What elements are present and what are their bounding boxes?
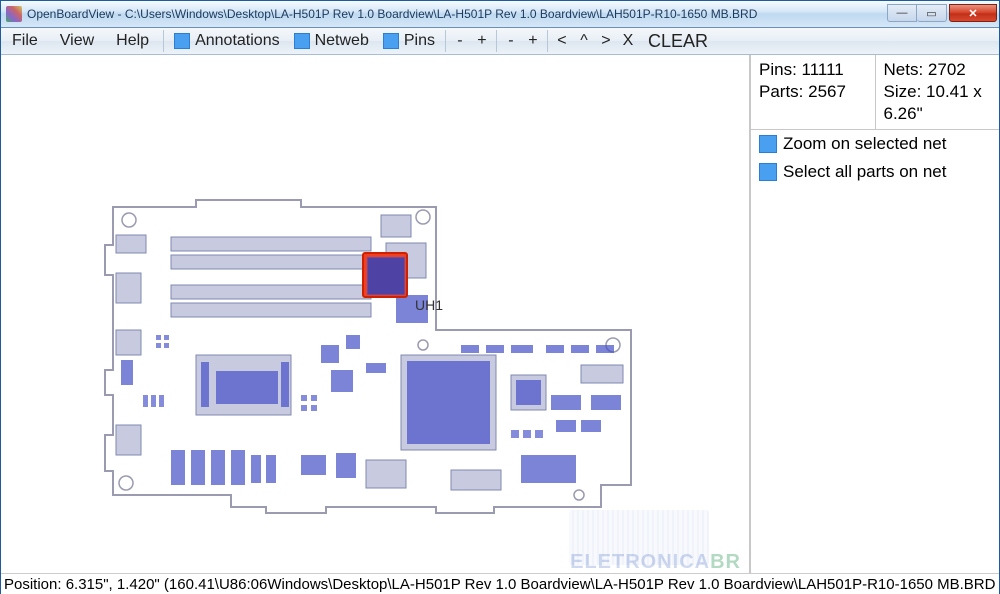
pins-toggle[interactable]: Pins bbox=[376, 32, 442, 50]
stats-column-right: Nets: 2702 Size: 10.41 x 6.26" bbox=[876, 55, 1000, 129]
size-stat: Size: 10.41 x 6.26" bbox=[884, 81, 992, 125]
annotations-toggle[interactable]: Annotations bbox=[167, 32, 287, 50]
minimize-button[interactable]: — bbox=[887, 4, 917, 22]
separator bbox=[496, 30, 497, 52]
titlebar: OpenBoardView - C:\Users\Windows\Desktop… bbox=[1, 1, 999, 28]
menu-view[interactable]: View bbox=[49, 28, 105, 54]
nav-left-button[interactable]: < bbox=[551, 30, 573, 52]
info-sidebar: Pins: 11111 Parts: 2567 Nets: 2702 Size:… bbox=[751, 55, 999, 573]
nets-label: Nets: bbox=[884, 60, 924, 79]
minus-button-2[interactable]: - bbox=[500, 30, 522, 52]
toolbar: File View Help Annotations Netweb Pins -… bbox=[1, 28, 999, 55]
close-button[interactable]: ✕ bbox=[949, 4, 997, 22]
content-area: UH1 ELETRONICABR Pins: 11111 Parts: 2567… bbox=[1, 55, 999, 573]
checkbox-icon bbox=[759, 135, 777, 153]
selected-part-label: UH1 bbox=[415, 297, 443, 313]
netweb-toggle[interactable]: Netweb bbox=[287, 32, 376, 50]
nets-value: 2702 bbox=[928, 60, 966, 79]
watermark-suffix: BR bbox=[710, 551, 741, 573]
app-icon bbox=[6, 6, 22, 22]
zoom-on-net-label: Zoom on selected net bbox=[783, 134, 946, 154]
parts-value: 2567 bbox=[808, 82, 846, 101]
checkbox-icon bbox=[174, 33, 190, 49]
board-svg bbox=[101, 195, 661, 535]
window-title: OpenBoardView - C:\Users\Windows\Desktop… bbox=[27, 7, 887, 21]
pins-label: Pins bbox=[404, 32, 435, 50]
pins-value: 11111 bbox=[802, 60, 844, 79]
file-path: C:\Users\Windows\Desktop\LA-H501P Rev 1.… bbox=[125, 7, 758, 21]
separator bbox=[547, 30, 548, 52]
app-name: OpenBoardView bbox=[27, 7, 114, 21]
menu-file[interactable]: File bbox=[1, 28, 49, 54]
parts-stat: Parts: 2567 bbox=[759, 81, 867, 103]
separator bbox=[445, 30, 446, 52]
select-all-parts-toggle[interactable]: Select all parts on net bbox=[751, 158, 999, 186]
checkbox-icon bbox=[383, 33, 399, 49]
zoom-in-button[interactable]: + bbox=[471, 30, 493, 52]
separator bbox=[163, 30, 164, 52]
pins-label: Pins: bbox=[759, 60, 797, 79]
watermark-text: ELETRONICABR bbox=[570, 551, 741, 574]
window-controls: — ▭ ✕ bbox=[887, 6, 999, 22]
x-button[interactable]: X bbox=[617, 30, 639, 52]
parts-label: Parts: bbox=[759, 82, 803, 101]
select-all-parts-label: Select all parts on net bbox=[783, 162, 946, 182]
uh1-pins bbox=[368, 258, 404, 294]
annotations-label: Annotations bbox=[195, 32, 280, 50]
clear-button[interactable]: CLEAR bbox=[639, 30, 717, 52]
zoom-out-button[interactable]: - bbox=[449, 30, 471, 52]
nav-up-button[interactable]: ^ bbox=[573, 30, 595, 52]
watermark-brand: ELETRONICA bbox=[570, 551, 710, 573]
menu-help[interactable]: Help bbox=[105, 28, 160, 54]
stats-column-left: Pins: 11111 Parts: 2567 bbox=[751, 55, 876, 129]
nets-stat: Nets: 2702 bbox=[884, 59, 992, 81]
stats-panel: Pins: 11111 Parts: 2567 Nets: 2702 Size:… bbox=[751, 55, 999, 130]
pins-stat: Pins: 11111 bbox=[759, 59, 867, 81]
zoom-on-net-toggle[interactable]: Zoom on selected net bbox=[751, 130, 999, 158]
status-bar: Position: 6.315", 1.420" (160.41\U86:06W… bbox=[1, 573, 999, 594]
nav-right-button[interactable]: > bbox=[595, 30, 617, 52]
checkbox-icon bbox=[759, 163, 777, 181]
size-label: Size: bbox=[884, 82, 922, 101]
status-text: Position: 6.315", 1.420" (160.41\U86:06W… bbox=[4, 576, 995, 593]
board-canvas[interactable]: UH1 ELETRONICABR bbox=[1, 55, 751, 573]
netweb-label: Netweb bbox=[315, 32, 369, 50]
maximize-button[interactable]: ▭ bbox=[917, 4, 947, 22]
board-drawing: UH1 bbox=[101, 195, 661, 538]
checkbox-icon bbox=[294, 33, 310, 49]
plus-button-2[interactable]: + bbox=[522, 30, 544, 52]
